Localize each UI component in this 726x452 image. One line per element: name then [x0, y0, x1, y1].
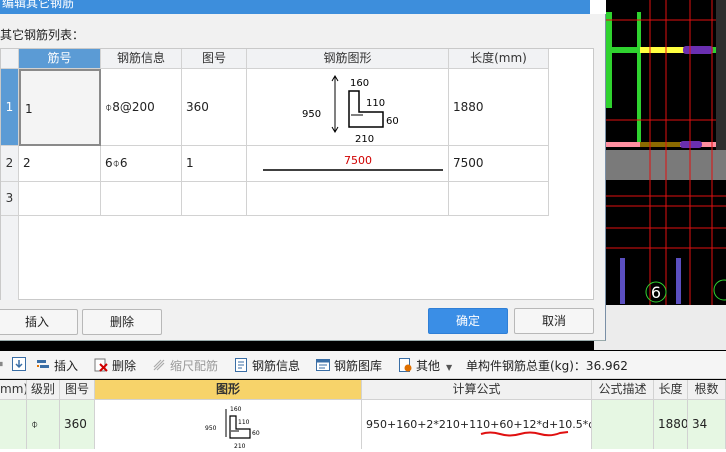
- bottom-cell-diameter[interactable]: [0, 400, 27, 449]
- cell-rebar-info[interactable]: 6⌽6: [101, 146, 182, 182]
- cell-rebar-info[interactable]: [101, 182, 182, 216]
- column-header-bar-no[interactable]: 筋号: [19, 49, 101, 69]
- bottom-header-formula[interactable]: 计算公式: [362, 380, 592, 400]
- column-header-shape[interactable]: 钢筋图形: [247, 49, 449, 69]
- bottom-header-fig-no[interactable]: 图号: [60, 380, 95, 400]
- cad-axis-marker: 6: [651, 283, 661, 302]
- bottom-shape-diagram: 160 950 110 60 210: [205, 406, 260, 449]
- bottom-shape-dim-right: 60: [252, 430, 260, 437]
- rebar-straight-diagram: 7500: [263, 154, 443, 171]
- toolbar-rebar-library-button[interactable]: 钢筋图库: [316, 357, 382, 373]
- ok-button[interactable]: 确定: [428, 308, 508, 334]
- bottom-header-length[interactable]: 长度: [654, 380, 688, 400]
- shape-dim-top: 160: [350, 78, 369, 89]
- bottom-cell-level[interactable]: ⌽: [27, 400, 60, 449]
- shape-dim-inner: 110: [366, 98, 385, 109]
- cell-rebar-shape[interactable]: [247, 182, 449, 216]
- bottom-cell-shape[interactable]: 160 950 110 60 210: [95, 400, 362, 449]
- bottom-cell-count[interactable]: 34: [688, 400, 726, 449]
- delete-row-button[interactable]: 删除: [82, 309, 162, 335]
- toolbar-other-label: 其他: [416, 359, 441, 373]
- move-down-icon: [12, 357, 26, 371]
- toolbar-insert-label: 插入: [54, 359, 79, 373]
- rebar-info-icon: [235, 358, 247, 372]
- bottom-shape-dim-bottom: 210: [234, 443, 246, 449]
- bottom-cell-fig-no[interactable]: 360: [60, 400, 95, 449]
- cell-length[interactable]: [449, 182, 549, 216]
- rebar-toolbar: 插入 删除 缩尺配筋 钢筋信息 钢筋图库 其他 ▼ 单构件钢筋总重(kg)：36.…: [0, 351, 726, 379]
- bottom-shape-dim-height: 950: [205, 425, 217, 432]
- bottom-header-shape[interactable]: 图形: [95, 380, 362, 400]
- total-weight-text: 单构件钢筋总重(kg)：36.962: [466, 359, 628, 373]
- toolbar-other-menu[interactable]: 其他 ▼: [398, 357, 452, 373]
- bottom-shape-dim-inner: 110: [238, 419, 250, 426]
- cell-fig-no[interactable]: 360: [182, 69, 247, 146]
- row-header-filler: [1, 216, 19, 300]
- cell-length[interactable]: 1880: [449, 69, 549, 146]
- bottom-header-diameter[interactable]: mm): [0, 380, 27, 400]
- row-header-2[interactable]: 2: [1, 146, 19, 182]
- column-header-length[interactable]: 长度(mm): [449, 49, 549, 69]
- chevron-down-icon: ▼: [446, 363, 453, 372]
- toolbar-rebar-info-label: 钢筋信息: [252, 359, 301, 373]
- cell-fig-no[interactable]: [182, 182, 247, 216]
- bottom-header-description[interactable]: 公式描述: [592, 380, 654, 400]
- other-rebar-dialog: 编辑其它钢筋 其它钢筋列表： 筋号 钢筋信息 图号 钢筋图形 长度(mm) 1 …: [0, 0, 606, 341]
- rebar-shape-diagram: 160 950 110 60 210: [302, 75, 399, 145]
- cell-bar-no[interactable]: 1: [19, 69, 101, 146]
- cell-rebar-info[interactable]: ⌽8@200: [101, 69, 182, 146]
- shape-dim-right: 60: [386, 116, 399, 127]
- cell-bar-no[interactable]: 2: [19, 146, 101, 182]
- cell-fig-no[interactable]: 1: [182, 146, 247, 182]
- cell-length[interactable]: 7500: [449, 146, 549, 182]
- bottom-header-level[interactable]: 级别: [27, 380, 60, 400]
- toolbar-rebar-info-button[interactable]: 钢筋信息: [234, 357, 300, 373]
- scale-rebar-icon: [153, 359, 165, 371]
- bottom-cell-description[interactable]: [592, 400, 654, 449]
- bottom-cell-formula[interactable]: 950+160+2*210+110+60+12*d+10.5*d: [362, 400, 592, 449]
- dialog-title: 编辑其它钢筋: [2, 0, 75, 10]
- other-icon: [399, 358, 412, 372]
- toolbar-delete-label: 删除: [112, 359, 137, 373]
- dialog-close-button[interactable]: [590, 0, 606, 14]
- shape-dim-bottom: 210: [355, 134, 374, 145]
- toolbar-rebar-library-label: 钢筋图库: [334, 359, 383, 373]
- rebar-detail-table: mm) 级别 图号 图形 计算公式 公式描述 长度 根数 ⌽ 360 160 9…: [0, 380, 726, 449]
- cell-bar-no[interactable]: [19, 182, 101, 216]
- toolbar-delete-button[interactable]: 删除: [94, 357, 136, 373]
- grid-corner: [1, 49, 19, 69]
- move-down-button[interactable]: [12, 357, 30, 373]
- delete-icon: [94, 358, 108, 372]
- cell-rebar-shape[interactable]: 7500: [247, 146, 449, 182]
- straight-span-label: 7500: [344, 154, 372, 167]
- scroll-left-icon[interactable]: [0, 357, 10, 373]
- bottom-cell-length[interactable]: 1880: [654, 400, 688, 449]
- column-header-info[interactable]: 钢筋信息: [101, 49, 182, 69]
- shape-dim-height: 950: [302, 109, 321, 120]
- dialog-title-bar[interactable]: 编辑其它钢筋: [0, 0, 606, 14]
- cell-rebar-shape[interactable]: 160 950 110 60 210: [247, 69, 449, 146]
- row-header-3[interactable]: 3: [1, 182, 19, 216]
- bottom-shape-dim-top: 160: [230, 406, 242, 413]
- formula-underline-mark: [480, 431, 569, 437]
- cancel-button[interactable]: 取消: [514, 308, 594, 334]
- rebar-list-label: 其它钢筋列表：: [0, 28, 85, 42]
- row-header-1[interactable]: 1: [1, 69, 19, 146]
- toolbar-scale-rebar-button[interactable]: 缩尺配筋: [152, 357, 218, 373]
- rebar-library-icon: [316, 359, 330, 371]
- toolbar-scale-rebar-label: 缩尺配筋: [170, 359, 219, 373]
- bottom-header-count[interactable]: 根数: [688, 380, 726, 400]
- rebar-list-grid: 筋号 钢筋信息 图号 钢筋图形 长度(mm) 1 1 ⌽8@200 360 16…: [0, 48, 594, 300]
- insert-row-button[interactable]: 插入: [0, 309, 78, 335]
- insert-icon: [37, 360, 49, 368]
- column-header-fig-no[interactable]: 图号: [182, 49, 247, 69]
- toolbar-insert-button[interactable]: 插入: [36, 357, 78, 373]
